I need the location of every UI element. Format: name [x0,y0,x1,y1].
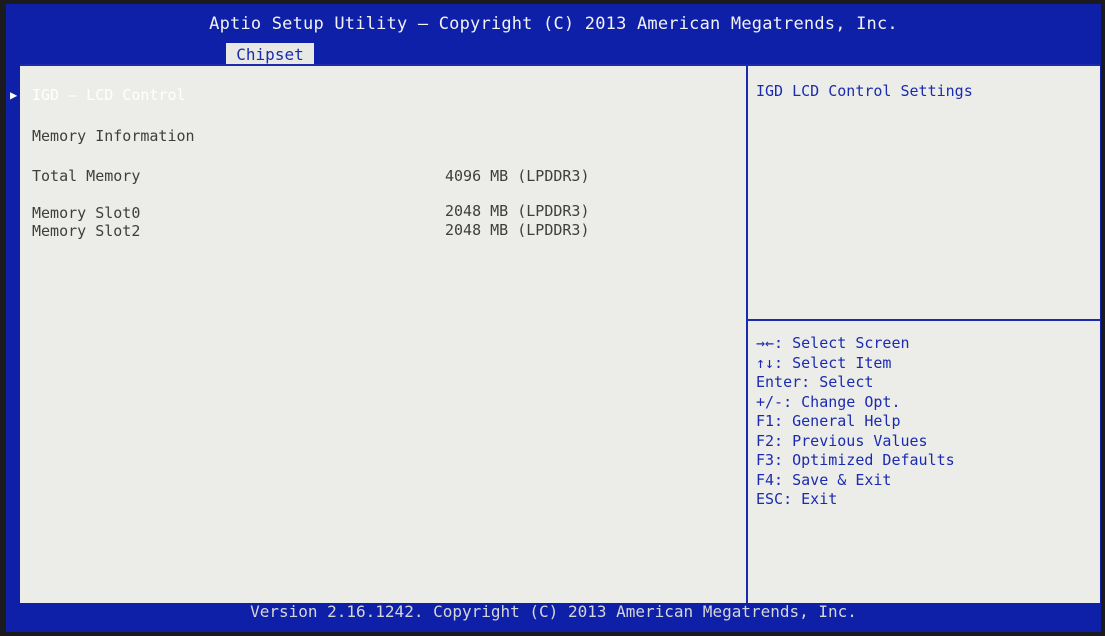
key-hint-select-item: ↑↓: Select Item [756,353,892,372]
header-title: Aptio Setup Utility – Copyright (C) 2013… [209,14,898,34]
key-hint-enter: Enter: Select [756,373,874,391]
key-hint-select-screen: →←: Select Screen [756,334,910,352]
total-memory-value: 4096 MB (LPDDR3) [445,167,590,185]
key-hint-optimized-defaults: F3: Optimized Defaults [756,451,955,469]
main-panel: ▶ IGD – LCD Control Memory Information T… [10,64,1100,603]
footer-version: Version 2.16.1242. Copyright (C) 2013 Am… [250,602,857,621]
total-memory-label: Total Memory [32,167,141,185]
help-pane: IGD LCD Control Settings →←: Select Scre… [748,66,1100,603]
memory-slot2-value: 2048 MB (LPDDR3) [445,221,590,239]
key-legend: →←: Select Screen ↑↓: Select Item Enter:… [756,334,955,510]
key-hint-esc-exit: ESC: Exit [756,490,838,508]
key-hint-previous-values: F2: Previous Values [756,431,928,450]
help-divider [748,319,1100,321]
memory-information-heading: Memory Information [32,127,195,145]
help-description: IGD LCD Control Settings [756,82,973,100]
memory-slot0-label: Memory Slot0 [32,204,141,222]
key-hint-save-exit: F4: Save & Exit [756,470,892,489]
key-hint-general-help: F1: General Help [756,412,901,430]
bios-screen: Aptio Setup Utility – Copyright (C) 2013… [6,4,1101,632]
memory-slot0-value: 2048 MB (LPDDR3) [445,202,590,220]
menu-item-igd-lcd-control[interactable]: IGD – LCD Control [32,86,186,104]
memory-slot2-label: Memory Slot2 [32,222,141,240]
settings-pane: ▶ IGD – LCD Control Memory Information T… [10,66,746,603]
submenu-arrow-icon: ▶ [10,88,18,102]
key-hint-change-opt: +/-: Change Opt. [756,392,901,411]
